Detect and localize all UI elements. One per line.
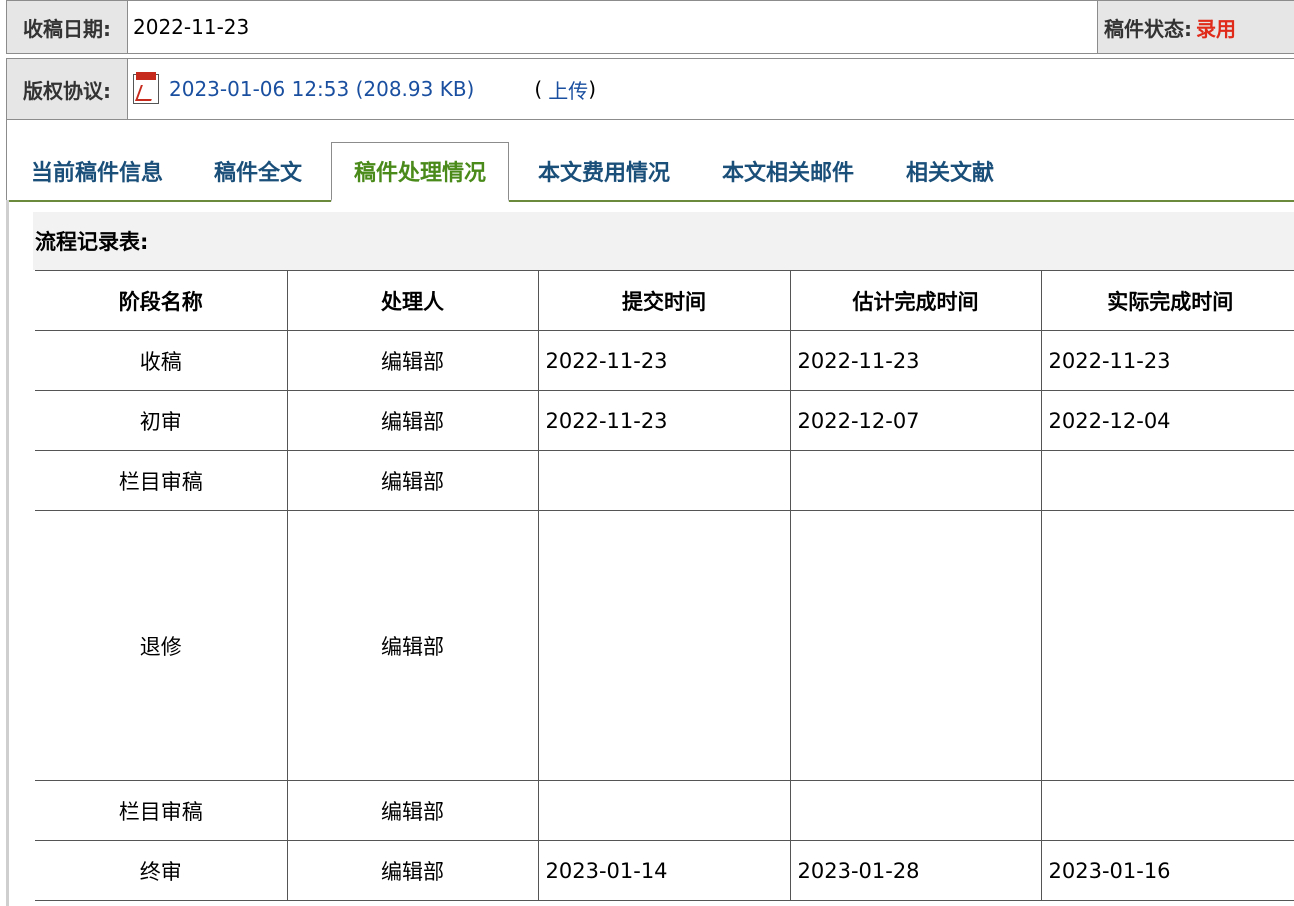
upload-link[interactable]: 上传 (548, 75, 588, 104)
upload-close-paren: ) (588, 77, 596, 101)
status-field: 稿件状态: 录用 (1097, 1, 1294, 53)
handler-cell: 编辑部 (286, 840, 539, 901)
table-row: 栏目审稿 编辑部 (35, 780, 1294, 841)
actual-time-cell: 2023-01-16 (1040, 840, 1294, 901)
tab-processing-status[interactable]: 稿件处理情况 (331, 142, 510, 202)
stage-cell: 退修 (35, 510, 288, 781)
stage-cell: 栏目审稿 (35, 780, 288, 841)
table-row: 收稿 编辑部 2022-11-23 2022-11-23 2022-11-23 (35, 330, 1294, 391)
tab-related-references[interactable]: 相关文献 (906, 142, 994, 200)
actual-time-cell (1040, 450, 1294, 511)
submit-time-cell: 2022-11-23 (537, 390, 791, 451)
handler-cell: 编辑部 (286, 450, 539, 511)
upload-open-paren: ( (534, 77, 543, 101)
copyright-file-link[interactable]: 2023-01-06 12:53 (208.93 KB) (169, 77, 474, 101)
handler-cell: 编辑部 (286, 390, 539, 451)
stage-cell: 收稿 (35, 330, 288, 391)
submit-time-cell (537, 510, 791, 781)
handler-cell: 编辑部 (286, 780, 539, 841)
copyright-row: 版权协议: 2023-01-06 12:53 (208.93 KB) ( 上传 … (6, 58, 1294, 120)
submit-time-cell (537, 450, 791, 511)
estimated-time-cell (789, 780, 1042, 841)
estimated-time-cell: 2022-11-23 (789, 330, 1042, 391)
stage-cell: 终审 (35, 840, 288, 901)
actual-time-cell (1040, 780, 1294, 841)
column-header-actual-time: 实际完成时间 (1040, 270, 1294, 331)
table-row: 初审 编辑部 2022-11-23 2022-12-07 2022-12-04 (35, 390, 1294, 451)
submit-time-cell: 2023-01-14 (537, 840, 791, 901)
tab-related-emails[interactable]: 本文相关邮件 (722, 142, 854, 200)
received-date-label: 收稿日期: (7, 1, 128, 53)
pdf-file-icon[interactable] (133, 72, 159, 104)
estimated-time-cell (789, 450, 1042, 511)
estimated-time-cell: 2022-12-07 (789, 390, 1042, 451)
stage-cell: 初审 (35, 390, 288, 451)
table-row: 退修 编辑部 (35, 510, 1294, 781)
estimated-time-cell: 2023-01-28 (789, 840, 1042, 901)
handler-cell: 编辑部 (286, 330, 539, 391)
table-row: 终审 编辑部 2023-01-14 2023-01-28 2023-01-16 (35, 840, 1294, 901)
submit-time-cell (537, 780, 791, 841)
copyright-value: 2023-01-06 12:53 (208.93 KB) ( 上传 ) (133, 59, 596, 119)
tab-bar: 当前稿件信息 稿件全文 稿件处理情况 本文费用情况 本文相关邮件 相关文献 (6, 118, 1294, 202)
column-header-handler: 处理人 (286, 270, 539, 331)
table-header-row: 阶段名称 处理人 提交时间 估计完成时间 实际完成时间 (35, 270, 1294, 331)
tab-content: 流程记录表: 阶段名称 处理人 提交时间 估计完成时间 实际完成时间 收稿 编辑… (6, 200, 1294, 906)
received-date-row: 收稿日期: 2022-11-23 稿件状态: 录用 (6, 0, 1294, 54)
column-header-estimated-time: 估计完成时间 (789, 270, 1042, 331)
status-label: 稿件状态: (1104, 16, 1192, 41)
table-row: 栏目审稿 编辑部 (35, 450, 1294, 511)
actual-time-cell: 2022-12-04 (1040, 390, 1294, 451)
tab-current-manuscript-info[interactable]: 当前稿件信息 (31, 142, 163, 200)
stage-cell: 栏目审稿 (35, 450, 288, 511)
copyright-label: 版权协议: (7, 59, 128, 119)
column-header-submit-time: 提交时间 (537, 270, 791, 331)
tab-fees[interactable]: 本文费用情况 (538, 142, 670, 200)
status-value: 录用 (1196, 16, 1236, 41)
submit-time-cell: 2022-11-23 (537, 330, 791, 391)
actual-time-cell: 2022-11-23 (1040, 330, 1294, 391)
handler-cell: 编辑部 (286, 510, 539, 781)
received-date-value: 2022-11-23 (133, 15, 250, 39)
actual-time-cell (1040, 510, 1294, 781)
column-header-stage: 阶段名称 (35, 270, 288, 331)
flow-table-title: 流程记录表: (33, 212, 1294, 270)
flow-record-table: 阶段名称 处理人 提交时间 估计完成时间 实际完成时间 收稿 编辑部 2022-… (35, 270, 1294, 901)
tab-full-text[interactable]: 稿件全文 (214, 142, 302, 200)
estimated-time-cell (789, 510, 1042, 781)
